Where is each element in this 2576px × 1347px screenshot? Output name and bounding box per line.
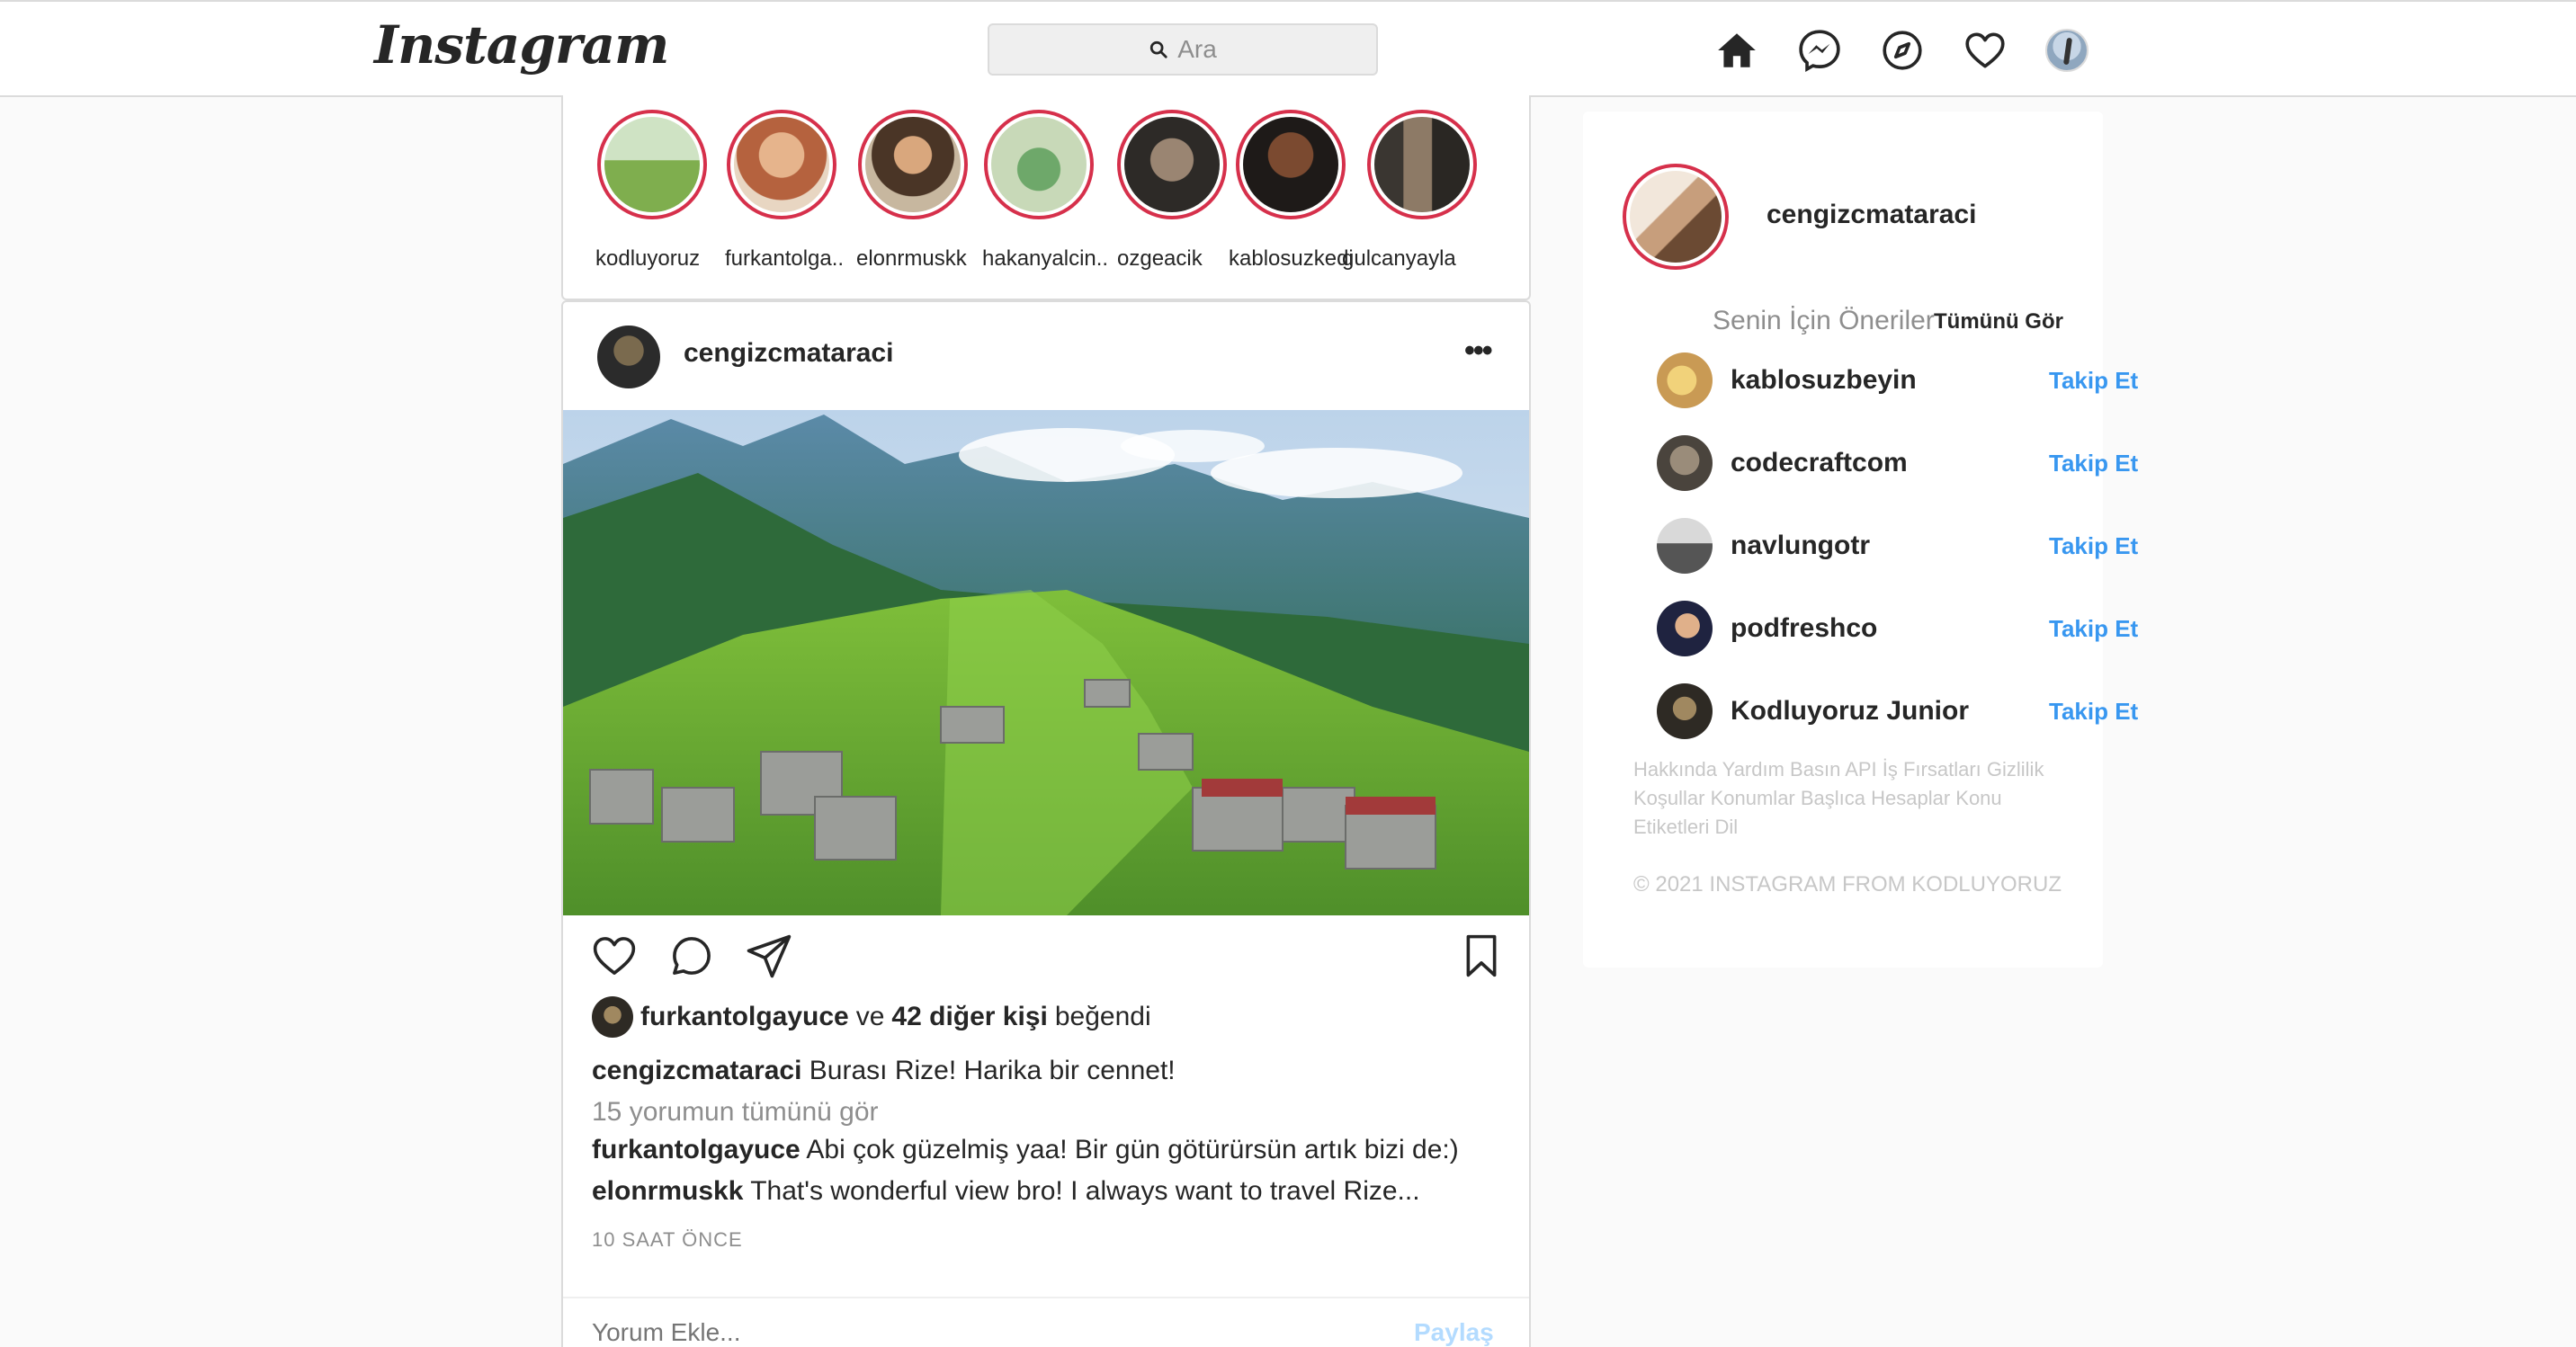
messenger-icon[interactable] — [1797, 28, 1842, 73]
post-caption: cengizcmataraci Burası Rize! Harika bir … — [592, 1056, 1176, 1086]
story-username: kodluyoruz — [595, 246, 701, 271]
view-all-comments-link[interactable]: 15 yorumun tümünü gör — [592, 1097, 879, 1128]
copyright-text: © 2021 INSTAGRAM FROM KODLUYORUZ — [1633, 872, 2062, 897]
suggestion-avatar[interactable] — [1657, 683, 1713, 739]
post-actions — [588, 932, 1506, 986]
post-timestamp: 10 SAAT ÖNCE — [592, 1228, 743, 1251]
comment-row: furkantolgayuce Abi çok güzelmiş yaa! Bi… — [592, 1135, 1459, 1165]
comment-username[interactable]: elonrmuskk — [592, 1176, 743, 1206]
follow-button[interactable]: Takip Et — [2049, 698, 2138, 726]
profile-avatar[interactable] — [2045, 29, 2089, 72]
comment-username[interactable]: furkantolgayuce — [592, 1135, 801, 1164]
suggestion-username[interactable]: kablosuzbeyin — [1731, 365, 1917, 396]
story-avatar — [1117, 110, 1227, 219]
see-all-link[interactable]: Tümünü Gör — [1934, 309, 2063, 335]
story-avatar — [1236, 110, 1346, 219]
caption-username[interactable]: cengizcmataraci — [592, 1056, 801, 1085]
comment-text: That's wonderful view bro! I always want… — [750, 1176, 1420, 1206]
follow-button[interactable]: Takip Et — [2049, 615, 2138, 643]
search-placeholder: Ara — [1177, 35, 1217, 63]
follow-button[interactable]: Takip Et — [2049, 450, 2138, 477]
suggestion-username[interactable]: podfreshco — [1731, 613, 1877, 644]
story-username: hakanyalcin.. — [982, 246, 1109, 271]
story-username: elonrmuskk — [856, 246, 967, 271]
story-item[interactable]: hakanyalcin.. — [982, 110, 1108, 271]
more-options-icon[interactable]: ••• — [1464, 335, 1493, 366]
heart-icon[interactable] — [1963, 28, 2008, 73]
save-bookmark-icon[interactable] — [1457, 932, 1506, 980]
suggestion-username[interactable]: codecraftcom — [1731, 448, 1908, 478]
share-paper-plane-icon[interactable] — [745, 932, 793, 980]
story-item[interactable]: elonrmuskk — [856, 110, 968, 271]
suggestion-item: navlungotr Takip Et — [1657, 518, 2138, 574]
comment-icon[interactable] — [667, 932, 716, 980]
search-box[interactable]: Ara — [988, 23, 1378, 76]
top-navigation-bar: Instagram Ara — [0, 0, 2576, 97]
follow-button[interactable]: Takip Et — [2049, 532, 2138, 560]
add-comment-bar: Paylaş — [563, 1297, 1529, 1347]
liker-username[interactable]: furkantolgayuce — [640, 1002, 849, 1032]
post-author-username[interactable]: cengizcmataraci — [684, 338, 893, 369]
comment-text: Abi çok güzelmiş yaa! Bir gün götürürsün… — [806, 1135, 1459, 1164]
sidebar: cengizcmataraci Senin İçin Öneriler Tümü… — [1583, 112, 2138, 968]
story-item[interactable]: kodluyoruz — [595, 110, 707, 271]
story-username: furkantolga.. — [725, 246, 845, 271]
comment-row: elonrmuskk That's wonderful view bro! I … — [592, 1176, 1420, 1207]
feed-post: cengizcmataraci ••• furkantolgayuce ve 4… — [561, 300, 1531, 1347]
follow-button[interactable]: Takip Et — [2049, 367, 2138, 395]
suggestion-item: kablosuzbeyin Takip Et — [1657, 352, 2138, 408]
share-comment-button[interactable]: Paylaş — [1414, 1318, 1494, 1347]
suggestion-avatar[interactable] — [1657, 601, 1713, 656]
story-item[interactable]: furkantolga.. — [725, 110, 844, 271]
post-image[interactable] — [563, 410, 1529, 915]
explore-icon[interactable] — [1880, 28, 1925, 73]
home-icon[interactable] — [1714, 28, 1759, 73]
add-comment-input[interactable] — [592, 1318, 1311, 1347]
story-item[interactable]: ozgeacik — [1117, 110, 1227, 271]
instagram-logo[interactable]: Instagram — [374, 14, 669, 76]
likes-others-count[interactable]: 42 diğer kişi — [891, 1002, 1047, 1032]
stories-tray: kodluyoruz furkantolga.. elonrmuskk haka… — [561, 95, 1531, 300]
story-avatar — [1367, 110, 1477, 219]
search-icon — [1150, 40, 1167, 58]
suggestion-item: codecraftcom Takip Et — [1657, 435, 2138, 491]
suggestion-avatar[interactable] — [1657, 518, 1713, 574]
suggestion-username[interactable]: Kodluyoruz Junior — [1731, 696, 1969, 727]
post-header: cengizcmataraci ••• — [563, 302, 1529, 410]
likes-ve: ve — [855, 1002, 885, 1031]
current-user-avatar[interactable] — [1623, 164, 1729, 270]
suggestion-avatar[interactable] — [1657, 352, 1713, 408]
story-item[interactable]: kablosuzkedi — [1229, 110, 1354, 271]
story-avatar — [597, 110, 707, 219]
suggestions-title: Senin İçin Öneriler — [1713, 306, 1935, 335]
likes-summary: furkantolgayuce ve 42 diğer kişi beğendi — [592, 996, 1151, 1038]
caption-text: Burası Rize! Harika bir cennet! — [809, 1056, 1176, 1085]
story-item[interactable]: gulcanyayla — [1342, 110, 1477, 271]
like-heart-icon[interactable] — [590, 932, 639, 980]
likes-suffix: beğendi — [1054, 1002, 1151, 1031]
suggestion-item: Kodluyoruz Junior Takip Et — [1657, 683, 2138, 739]
current-user-username[interactable]: cengizcmataraci — [1767, 200, 1976, 230]
liker-avatar[interactable] — [592, 996, 633, 1038]
suggestion-item: podfreshco Takip Et — [1657, 601, 2138, 656]
story-avatar — [984, 110, 1094, 219]
suggestion-username[interactable]: navlungotr — [1731, 531, 1870, 561]
nav-icons — [1714, 25, 2089, 76]
story-username: gulcanyayla — [1342, 246, 1456, 271]
footer-links[interactable]: Hakkında Yardım Basın API İş Fırsatları … — [1633, 755, 2074, 842]
story-avatar — [858, 110, 968, 219]
story-username: kablosuzkedi — [1229, 246, 1354, 271]
story-avatar — [727, 110, 836, 219]
suggestion-avatar[interactable] — [1657, 435, 1713, 491]
story-username: ozgeacik — [1117, 246, 1203, 271]
post-author-avatar[interactable] — [597, 326, 660, 388]
